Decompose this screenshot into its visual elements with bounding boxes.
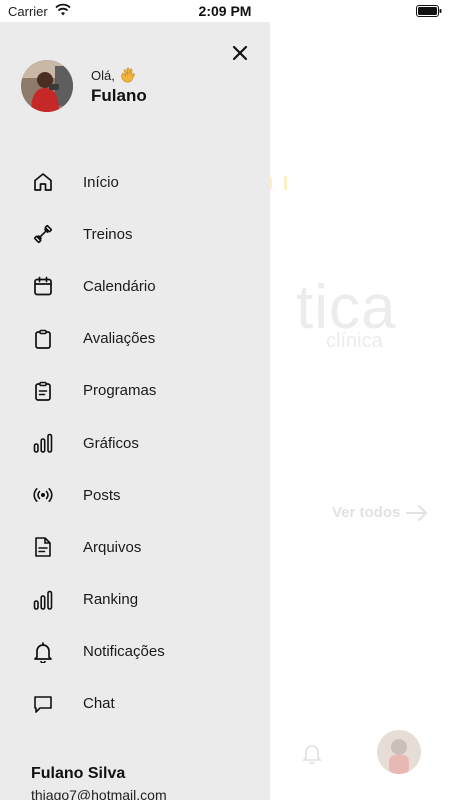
- clipboard-icon: [32, 328, 54, 350]
- menu-item-calendario[interactable]: Calendário: [0, 260, 270, 312]
- bell-icon[interactable]: [302, 742, 322, 764]
- menu-item-label: Treinos: [83, 225, 133, 243]
- ranking-icon: [32, 589, 54, 611]
- menu-item-ranking[interactable]: Ranking: [0, 574, 270, 626]
- user-first-name: Fulano: [91, 86, 147, 105]
- see-all-label: Ver todos: [332, 504, 401, 521]
- menu-item-label: Início: [83, 173, 119, 191]
- menu-item-inicio[interactable]: Início: [0, 156, 270, 208]
- menu-item-arquivos[interactable]: Arquivos: [0, 521, 270, 573]
- see-all-link[interactable]: Ver todos: [332, 504, 428, 521]
- bar-chart-icon: [32, 432, 54, 454]
- waving-hand-icon: [121, 67, 135, 83]
- profile-avatar[interactable]: [377, 730, 421, 774]
- menu-item-notificacoes[interactable]: Notificações: [0, 626, 270, 678]
- document-icon: [32, 536, 54, 558]
- menu-item-graficos[interactable]: Gráficos: [0, 417, 270, 469]
- user-full-name: Fulano Silva: [31, 765, 126, 782]
- status-time: 2:09 PM: [198, 3, 252, 19]
- menu-item-label: Gráficos: [83, 434, 139, 452]
- greeting-text: Olá,: [91, 67, 115, 83]
- menu-item-label: Posts: [83, 486, 121, 504]
- background-logo-subtitle: clínica: [326, 330, 383, 352]
- status-bar: Carrier 2:09 PM: [0, 0, 450, 22]
- menu-item-label: Ranking: [83, 591, 139, 609]
- menu-item-label: Notificações: [83, 643, 165, 661]
- drawer-menu: Início Treinos Calendário Avaliações Pro…: [0, 156, 270, 730]
- home-icon: [32, 171, 54, 193]
- close-button[interactable]: [229, 42, 251, 64]
- dumbbell-icon: [32, 223, 54, 245]
- user-email: thiago7@hotmail.com: [31, 787, 167, 800]
- menu-item-avaliacoes[interactable]: Avaliações: [0, 313, 270, 365]
- chat-icon: [32, 693, 54, 715]
- menu-item-label: Chat: [83, 695, 115, 713]
- battery-icon: [416, 5, 442, 17]
- background-decoration: [284, 176, 287, 190]
- arrow-right-icon: [406, 504, 428, 521]
- drawer-footer-user: Fulano Silva thiago7@hotmail.com: [31, 765, 167, 800]
- broadcast-icon: [32, 484, 54, 506]
- avatar[interactable]: [21, 60, 73, 112]
- menu-item-treinos[interactable]: Treinos: [0, 208, 270, 260]
- profile-header: Olá, Fulano: [21, 60, 147, 112]
- menu-item-label: Avaliações: [83, 330, 156, 348]
- menu-item-chat[interactable]: Chat: [0, 678, 270, 730]
- bell-icon: [32, 641, 54, 663]
- close-icon: [233, 46, 247, 60]
- navigation-drawer: Olá, Fulano Início Treinos Calendário Av…: [0, 22, 270, 800]
- menu-item-label: Arquivos: [83, 538, 142, 556]
- menu-item-posts[interactable]: Posts: [0, 469, 270, 521]
- menu-item-label: Programas: [83, 382, 157, 400]
- clipboard-list-icon: [32, 380, 54, 402]
- calendar-icon: [32, 275, 54, 297]
- menu-item-programas[interactable]: Programas: [0, 365, 270, 417]
- menu-item-label: Calendário: [83, 277, 156, 295]
